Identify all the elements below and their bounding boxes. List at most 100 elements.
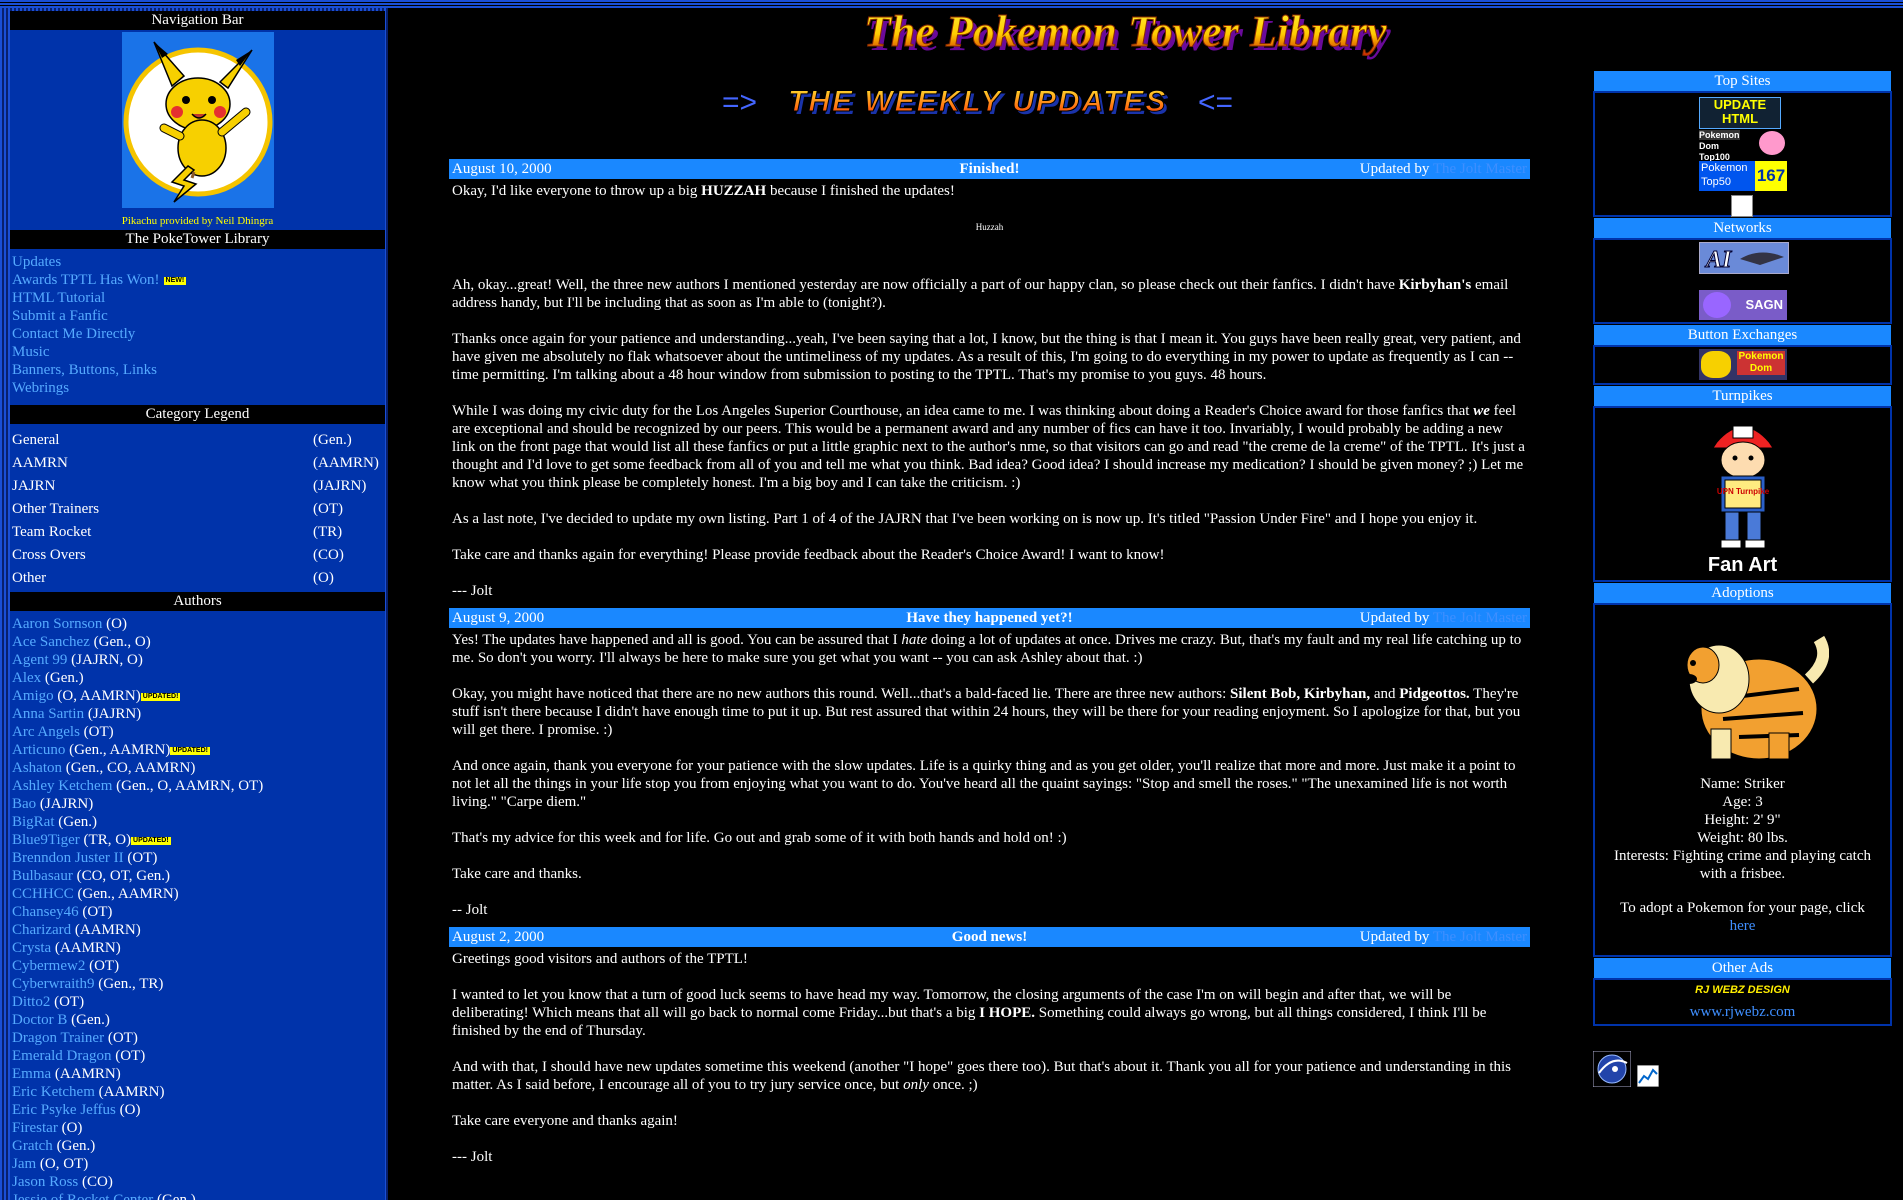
adopt-here-link[interactable]: here [1730,918,1756,934]
counter-icon[interactable] [1731,195,1753,217]
author-categories: (Gen., O, AAMRN, OT) [116,778,264,794]
nav-link-html-tutorial[interactable]: HTML Tutorial [12,290,105,306]
author-link[interactable]: Eric Psyke Jeffus [12,1102,116,1118]
author-link[interactable]: Cyberwraith9 [12,976,94,992]
author-link[interactable]: Bulbasaur [12,868,73,884]
author-link[interactable]: BigRat [12,814,55,830]
updated-badge: UPDATED! [140,692,181,701]
author-link[interactable]: Firestar [12,1120,58,1136]
author-link[interactable]: Jessie of Rocket Center [12,1192,153,1200]
author-link[interactable]: Eric Ketchem [12,1084,95,1100]
top-sites-panel: UPDATE HTML Pokemon Dom Top100 Pokemon T… [1593,91,1892,217]
turnpike-caption: Fan Art [1707,554,1778,576]
adopt-interests: Interests: Fighting crime and playing ca… [1613,848,1871,882]
author-link[interactable]: Anna Sartin [12,706,84,722]
author-link[interactable]: Ace Sanchez [12,634,90,650]
author-link[interactable]: Agent 99 [12,652,67,668]
author-categories: (Gen.) [71,1012,110,1028]
post-header: August 9, 2000 Have they happened yet?! … [449,608,1530,628]
nav-link-banners[interactable]: Banners, Buttons, Links [12,362,157,378]
button-exchanges-panel: Pokemon Dom [1593,345,1892,385]
author-link[interactable]: Blue9Tiger [12,832,80,848]
author-categories: (Gen., O) [93,634,151,650]
pokemon-dom-top100-badge[interactable]: Pokemon Dom Top100 [1699,129,1787,162]
author-link[interactable]: Ashaton [12,760,62,776]
author-link[interactable]: Emma [12,1066,51,1082]
author-row: Brenndon Juster II (OT) [12,849,383,867]
author-link[interactable]: The Jolt Master [1433,161,1527,177]
updated-badge: UPDATED! [170,746,210,755]
author-link[interactable]: Chansey46 [12,904,79,920]
author-categories: (Gen.) [56,1138,96,1154]
paragraph: Ah, okay...great! Well, the three new au… [452,276,1527,312]
author-link[interactable]: Amigo [12,688,54,704]
italic-text: only [903,1077,929,1093]
ash-trainer-image[interactable]: UPN Turnpike [1683,412,1803,552]
post-header: August 2, 2000 Good news! Updated by The… [449,927,1530,947]
bold-text: Silent Bob, Kirbyhan, [1230,686,1371,702]
pokemon-top50-badge[interactable]: Pokemon Top50 167 [1699,161,1787,191]
author-link[interactable]: CCHHCC [12,886,74,902]
author-link[interactable]: Dragon Trainer [12,1030,104,1046]
author-categories: (Gen.) [156,1192,196,1200]
author-link[interactable]: Arc Angels [12,724,80,740]
nav-link-contact[interactable]: Contact Me Directly [12,326,135,342]
weekly-right-arrow: <= [1198,86,1233,119]
other-ads-panel: RJ WEBZ DESIGN www.rjwebz.com [1593,978,1892,1026]
sagn-badge[interactable]: SAGN [1699,290,1787,320]
author-row: Agent 99 (JAJRN, O) [12,651,383,669]
legend-code: (JAJRN) [313,478,367,494]
author-link[interactable]: Aaron Sornson [12,616,102,632]
stats-chart-icon[interactable] [1637,1065,1659,1087]
network-ai-badge[interactable]: AI [1699,242,1789,274]
author-link[interactable]: Jason Ross [12,1174,78,1190]
author-link[interactable]: Cybermew2 [12,958,85,974]
growlithe-image [1681,635,1829,760]
author-link[interactable]: The Jolt Master [1433,610,1527,626]
update-html-badge[interactable]: UPDATE HTML [1699,97,1781,129]
author-categories: (CO, OT, Gen.) [76,868,171,884]
nav-link-music[interactable]: Music [12,344,50,360]
author-categories: (AAMRN) [54,1066,121,1082]
paragraph: And once again, thank you everyone for y… [452,758,1516,810]
text: Ah, okay...great! Well, the three new au… [452,277,1399,293]
globe-icon[interactable] [1593,1051,1631,1087]
authors-list: Aaron Sornson (O) Ace Sanchez (Gen., O) Ag… [10,612,385,1200]
author-link[interactable]: Articuno [12,742,65,758]
nav-link-webrings[interactable]: Webrings [12,380,69,396]
author-link[interactable]: Crysta [12,940,51,956]
paragraph: And with that, I should have new updates… [452,1058,1527,1094]
author-link[interactable]: Doctor B [12,1012,67,1028]
author-row: Bulbasaur (CO, OT, Gen.) [12,867,383,885]
author-row: Alex (Gen.) [12,669,383,687]
author-categories: (OT) [127,850,158,866]
nav-link-submit-fanfic[interactable]: Submit a Fanfic [12,308,108,324]
turnpikes-panel: UPN Turnpike Fan Art [1593,406,1892,582]
author-link[interactable]: The Jolt Master [1433,929,1527,945]
author-row: Blue9Tiger (TR, O) UPDATED! [12,831,383,849]
author-link[interactable]: Emerald Dragon [12,1048,112,1064]
author-categories: (OT) [83,724,114,740]
rjwebz-logo: RJ WEBZ DESIGN [1695,984,1790,996]
author-link[interactable]: Charizard [12,922,71,938]
legend-row: Other (O) [12,567,383,590]
pokemon-dom-button[interactable]: Pokemon Dom [1699,349,1787,380]
text: While I was doing my civic duty for the … [452,403,1474,419]
author-link[interactable]: Ashley Ketchem [12,778,112,794]
author-link[interactable]: Brenndon Juster II [12,850,124,866]
nav-link-awards[interactable]: Awards TPTL Has Won! [12,272,160,288]
author-row: Eric Ketchem (AAMRN) [12,1083,383,1101]
author-link[interactable]: Jam [12,1156,36,1172]
nav-link-updates[interactable]: Updates [12,254,61,270]
author-link[interactable]: Ditto2 [12,994,50,1010]
author-link[interactable]: Alex [12,670,41,686]
legend-code: (OT) [313,501,343,517]
author-link[interactable]: Bao [12,796,36,812]
author-categories: (AAMRN) [98,1084,165,1100]
category-legend: General (Gen.) AAMRN (AAMRN) JAJRN (JAJRN) … [10,425,385,590]
author-row: Ashley Ketchem (Gen., O, AAMRN, OT) [12,777,383,795]
author-row: CCHHCC (Gen., AAMRN) [12,885,383,903]
author-row: Aaron Sornson (O) [12,615,383,633]
rjwebz-link[interactable]: www.rjwebz.com [1690,1004,1796,1020]
author-link[interactable]: Gratch [12,1138,53,1154]
